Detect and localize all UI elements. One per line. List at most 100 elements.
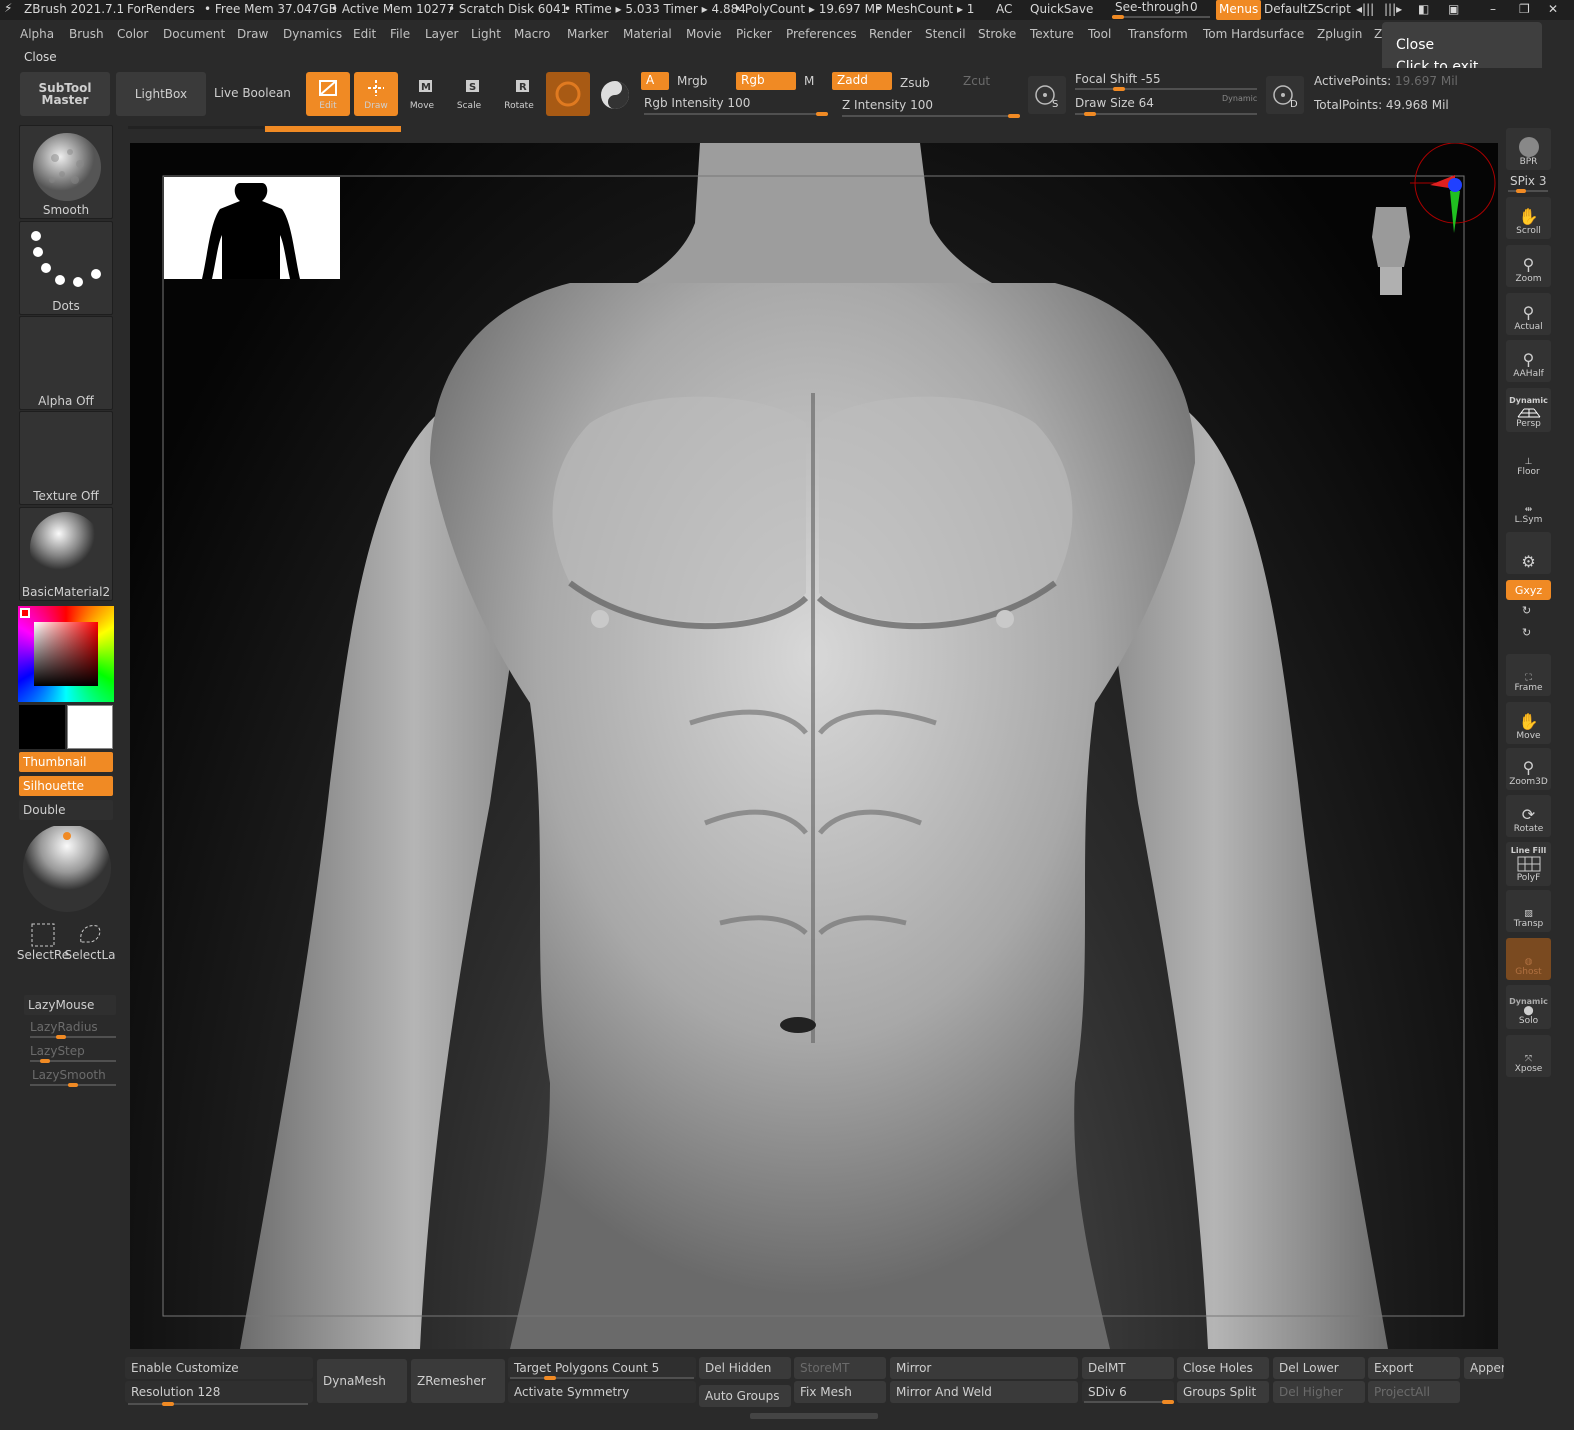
lazysmooth-track[interactable] xyxy=(30,1083,116,1087)
lazystep-track[interactable] xyxy=(30,1059,116,1063)
double-toggle[interactable]: Double xyxy=(19,800,113,820)
scroll-button[interactable]: ✋ Scroll xyxy=(1506,197,1551,239)
ghost-button[interactable]: ◍ Ghost xyxy=(1506,938,1551,980)
floor-button[interactable]: ⊥ Floor xyxy=(1506,438,1551,480)
zsub-toggle[interactable]: Zsub xyxy=(900,76,930,90)
export-button[interactable]: Export xyxy=(1368,1357,1460,1379)
zoom-button[interactable]: ⚲ Zoom xyxy=(1506,245,1551,287)
light-sphere-icon[interactable] xyxy=(20,826,114,916)
mirror-and-weld-button[interactable]: Mirror And Weld xyxy=(890,1381,1078,1403)
zcut-toggle[interactable]: Zcut xyxy=(963,74,990,88)
select-rect-button[interactable]: SelectRe xyxy=(17,922,69,966)
menu-zplugin[interactable]: Zplugin xyxy=(1317,27,1362,41)
rotate-y-icon[interactable]: ↻ xyxy=(1522,604,1531,617)
actual-button[interactable]: ⚲ Actual xyxy=(1506,293,1551,335)
z-intensity-slider[interactable] xyxy=(842,114,1020,118)
color-hue-marker[interactable] xyxy=(20,608,30,618)
aahalf-button[interactable]: ⚲ AAHalf xyxy=(1506,340,1551,382)
del-higher-button[interactable]: Del Higher xyxy=(1273,1381,1365,1403)
polyf-button[interactable]: Line Fill PolyF xyxy=(1506,842,1551,886)
dynamesh-button[interactable]: DynaMesh xyxy=(317,1359,407,1403)
subtool-master-button[interactable]: SubTool Master xyxy=(20,72,110,116)
scale-button[interactable]: S Scale xyxy=(447,72,491,116)
menu-material[interactable]: Material xyxy=(623,27,672,41)
window-cascade-icon[interactable]: ▣ xyxy=(1448,2,1459,16)
frame-button[interactable]: ⛶ Frame xyxy=(1506,654,1551,696)
edit-button[interactable]: Edit xyxy=(306,72,350,116)
viewport-canvas[interactable] xyxy=(130,143,1498,1349)
window-tile-icon[interactable]: ◧ xyxy=(1418,2,1429,16)
select-lasso-button[interactable]: SelectLa xyxy=(64,922,116,966)
target-polygons-slider[interactable]: Target Polygons Count 5 xyxy=(508,1357,696,1379)
solo-button[interactable]: Dynamic ⬤ Solo xyxy=(1506,985,1551,1029)
close-holes-button[interactable]: Close Holes xyxy=(1177,1357,1269,1379)
menu-stencil[interactable]: Stencil xyxy=(925,27,966,41)
menu-tool[interactable]: Tool xyxy=(1088,27,1111,41)
menu-stroke[interactable]: Stroke xyxy=(978,27,1016,41)
draw-size-slider[interactable] xyxy=(1075,112,1257,116)
transp-button[interactable]: ▨ Transp xyxy=(1506,890,1551,932)
menu-transform[interactable]: Transform xyxy=(1128,27,1188,41)
delmt-button[interactable]: DelMT xyxy=(1082,1357,1174,1379)
move-view-button[interactable]: ✋ Move xyxy=(1506,702,1551,744)
rgb-intensity-slider[interactable] xyxy=(644,112,828,116)
draw-size-label[interactable]: Draw Size 64 xyxy=(1075,96,1154,110)
brush-tile[interactable]: Smooth xyxy=(19,125,113,219)
spix-track[interactable] xyxy=(1508,189,1548,193)
layout-left-icon[interactable]: ◂||| xyxy=(1356,2,1374,16)
xpose-button[interactable]: ⤧ Xpose xyxy=(1506,1035,1551,1077)
zremesher-button[interactable]: ZRemesher xyxy=(411,1359,505,1403)
menu-movie[interactable]: Movie xyxy=(686,27,722,41)
color-sv-square[interactable] xyxy=(34,622,98,686)
texture-tile[interactable]: Texture Off xyxy=(19,411,113,505)
lazystep-slider[interactable]: LazyStep xyxy=(30,1044,85,1058)
default-zscript[interactable]: DefaultZScript xyxy=(1264,2,1351,16)
focal-shift-slider[interactable] xyxy=(1075,87,1257,91)
thumbnail-toggle[interactable]: Thumbnail xyxy=(19,752,113,772)
menu-preferences[interactable]: Preferences xyxy=(786,27,857,41)
rgb-intensity-label[interactable]: Rgb Intensity 100 xyxy=(644,96,750,110)
restore-icon[interactable]: ❐ xyxy=(1519,2,1530,16)
secondary-color-swatch[interactable] xyxy=(67,705,113,749)
enable-customize-button[interactable]: Enable Customize xyxy=(125,1357,313,1379)
fix-mesh-button[interactable]: Fix Mesh xyxy=(794,1381,886,1403)
draw-size-d-button[interactable]: D xyxy=(1266,76,1304,114)
mirror-button[interactable]: Mirror xyxy=(890,1357,1078,1379)
menu-render[interactable]: Render xyxy=(869,27,912,41)
persp-button[interactable]: Dynamic Persp xyxy=(1506,388,1551,432)
layout-right-icon[interactable]: |||▸ xyxy=(1384,2,1402,16)
torso-model[interactable] xyxy=(130,143,1498,1349)
projectall-button[interactable]: ProjectAll xyxy=(1368,1381,1460,1403)
z-intensity-label[interactable]: Z Intensity 100 xyxy=(842,98,933,112)
menu-color[interactable]: Color xyxy=(117,27,148,41)
minimize-icon[interactable]: – xyxy=(1490,2,1496,16)
a-toggle[interactable]: A xyxy=(641,72,669,90)
shelf-collapse-handle[interactable] xyxy=(750,1413,878,1419)
material-tile[interactable]: BasicMaterial2 xyxy=(19,507,113,601)
ac-button[interactable]: AC xyxy=(996,2,1012,16)
stroke-tile[interactable]: Dots xyxy=(19,221,113,315)
sdiv-track[interactable] xyxy=(1084,1400,1174,1404)
resolution-slider[interactable]: Resolution 128 xyxy=(125,1381,313,1403)
menu-dynamics[interactable]: Dynamics xyxy=(283,27,342,41)
lazyradius-slider[interactable]: LazyRadius xyxy=(30,1020,98,1034)
quicksave-button[interactable]: QuickSave xyxy=(1030,2,1093,16)
xyz-symmetry-toggle[interactable]: Gxyz xyxy=(1506,580,1551,600)
auto-groups-button[interactable]: Auto Groups xyxy=(699,1385,791,1407)
seethrough-track[interactable] xyxy=(1112,15,1210,19)
primary-color-swatch[interactable] xyxy=(19,705,65,749)
resolution-track[interactable] xyxy=(128,1402,308,1406)
color-picker[interactable] xyxy=(18,606,114,702)
m-toggle[interactable]: M xyxy=(804,74,814,88)
spix-slider[interactable]: SPix 3 xyxy=(1510,174,1546,188)
focal-shift-label[interactable]: Focal Shift -55 xyxy=(1075,72,1161,86)
storemt-button[interactable]: StoreMT xyxy=(794,1357,886,1379)
menu-draw[interactable]: Draw xyxy=(237,27,268,41)
lazymouse-toggle[interactable]: LazyMouse xyxy=(24,995,116,1015)
close-window-icon[interactable]: ✕ xyxy=(1548,2,1558,16)
menu-edit[interactable]: Edit xyxy=(353,27,376,41)
focal-s-button[interactable]: S xyxy=(1028,76,1066,114)
menus-button[interactable]: Menus xyxy=(1216,0,1262,20)
rotate-view-button[interactable]: ⟳ Rotate xyxy=(1506,795,1551,837)
del-lower-button[interactable]: Del Lower xyxy=(1273,1357,1365,1379)
